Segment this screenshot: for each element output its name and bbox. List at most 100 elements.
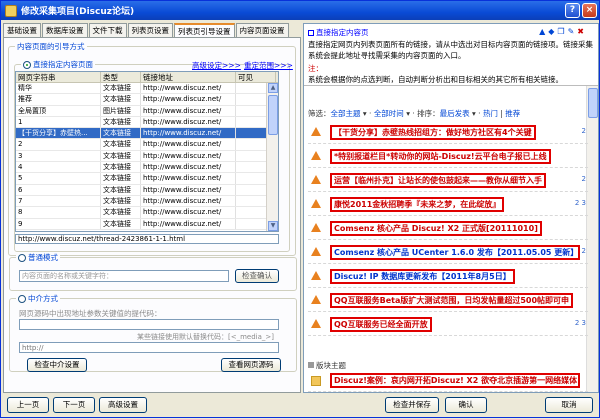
table-cell: 2	[16, 139, 101, 150]
table-cell: 全局置顶	[16, 105, 101, 116]
selected-url-field[interactable]: http://www.discuz.net/thread-2423861-1-1…	[15, 234, 279, 244]
thread-title[interactable]: QQ互联服务已经全面开放	[330, 317, 432, 332]
col-header-visible[interactable]: 可见	[236, 72, 276, 82]
tab-basic[interactable]: 基础设置	[3, 23, 41, 37]
scroll-down-arrow[interactable]: ▼	[268, 221, 278, 231]
col-header-text[interactable]: 网页字符串	[16, 72, 101, 82]
thread-title[interactable]: Discuz!案例：哀内网开拓Discuz! X2 欲夺北京插游第一网络媒体	[330, 373, 580, 388]
table-row[interactable]: 【干货分享】赤壁热... 文本链接 http://www.discuz.net/	[16, 128, 278, 140]
tab-database[interactable]: 数据库设置	[42, 23, 88, 37]
filter-all-topics[interactable]: 全部主题	[331, 109, 361, 118]
thread-pages[interactable]: 2 3	[575, 199, 586, 207]
thread-title[interactable]: 运营【临州扑克】让站长的使包鼓起来——教你从细节入手	[330, 173, 546, 188]
prev-page-button[interactable]: 上一页	[7, 397, 49, 413]
check-save-button[interactable]: 检查并保存	[385, 397, 439, 413]
intermediate-mode-option[interactable]: 中介方式	[16, 293, 60, 304]
scroll-thumb[interactable]	[268, 95, 278, 135]
thread-title[interactable]: *特别报道栏目*转动你的网站-Discuz!云平台电子报已上线	[330, 149, 551, 164]
next-page-button[interactable]: 下一页	[53, 397, 95, 413]
help-box: 直接指定内容页 直接指定网页内列表页面所有的链接，请从中选出对目标内容页面的链接…	[304, 24, 598, 86]
thread-title[interactable]: 【干货分享】赤壁热线招组方：做好地方社区有4个关键	[330, 125, 536, 140]
tab-download[interactable]: 文件下载	[88, 23, 127, 37]
thread-title[interactable]: Comsenz 核心产品 Discuz! X2 正式版[20111010]	[330, 221, 542, 236]
intermediate-url-input[interactable]: http://	[19, 342, 279, 353]
tab-content-page[interactable]: 内容页面设置	[235, 23, 289, 37]
keyword-input[interactable]: 内容页面的名称或关键字符：	[19, 270, 229, 282]
main-window: 修改采集项目(Discuz论坛) ? × 基础设置 数据库设置 文件下载 列表页…	[0, 0, 600, 418]
filter-all-time[interactable]: 全部时间	[374, 109, 404, 118]
edit-icon[interactable]: ✎	[568, 26, 575, 37]
thread-item[interactable]: Discuz! IP 数据库更新发布【2011年8月5日】	[308, 266, 588, 288]
normal-mode-option[interactable]: 普通模式	[16, 252, 60, 263]
thread-item[interactable]: QQ互联服务Beta版扩大测试范围，日均发帖量超过500帖即可申	[308, 290, 588, 312]
check-confirm-button[interactable]: 检查确认	[235, 269, 279, 283]
pinned-arrow-icon	[311, 127, 321, 136]
sort-recommend[interactable]: 推荐	[505, 109, 520, 118]
table-row[interactable]: 精华 文本链接 http://www.discuz.net/	[16, 83, 278, 95]
table-cell: http://www.discuz.net/	[141, 218, 236, 229]
title-bar[interactable]: 修改采集项目(Discuz论坛) ? ×	[1, 1, 599, 20]
table-row[interactable]: 推荐 文本链接 http://www.discuz.net/	[16, 94, 278, 106]
intermediate-mode-radio[interactable]	[18, 295, 26, 303]
sort-latest[interactable]: 最后发表	[440, 109, 470, 118]
pinned-arrow-icon	[311, 247, 321, 256]
col-header-type[interactable]: 类型	[101, 72, 141, 82]
table-scrollbar[interactable]: ▲ ▼	[266, 83, 278, 231]
normal-mode-radio[interactable]	[18, 254, 26, 262]
table-row[interactable]: 3 文本链接 http://www.discuz.net/	[16, 150, 278, 163]
up-icon[interactable]: ▲	[539, 26, 545, 37]
range-link[interactable]: 重定范围>>>	[244, 60, 293, 71]
thread-pages[interactable]: 2	[582, 127, 586, 135]
table-row[interactable]: 9 文本链接 http://www.discuz.net/	[16, 218, 278, 230]
advanced-settings-button[interactable]: 高级设置	[99, 397, 147, 413]
thread-title[interactable]: Comsenz 核心产品 UCenter 1.6.0 发布【2011.05.05…	[330, 245, 580, 260]
thread-item[interactable]: 【干货分享】赤壁热线招组方：做好地方社区有4个关键 2	[308, 122, 588, 144]
table-row[interactable]: 1 文本链接 http://www.discuz.net/	[16, 116, 278, 129]
check-intermediate-button[interactable]: 检查中介设置	[27, 358, 87, 372]
intermediate-note: 某些链接使用默认替换代码：[<_media_>]	[137, 333, 274, 341]
table-row[interactable]: 5 文本链接 http://www.discuz.net/	[16, 173, 278, 185]
table-row[interactable]: 7 文本链接 http://www.discuz.net/	[16, 195, 278, 208]
thread-title[interactable]: 康悦2011金秋招聘季『未来之梦，在此绽放』	[330, 197, 505, 212]
close-window-button[interactable]: ×	[582, 3, 597, 18]
direct-mode-option[interactable]: 直接指定内容页面	[21, 59, 95, 70]
cancel-button[interactable]: 取消	[545, 397, 593, 413]
thread-item[interactable]: 康悦2011金秋招聘季『未来之梦，在此绽放』 2 3	[308, 194, 588, 216]
col-header-url[interactable]: 链接地址	[141, 72, 236, 82]
forward-icon[interactable]: ◆	[548, 26, 554, 37]
thread-item[interactable]: 运营【临州扑克】让站长的使包鼓起来——教你从细节入手 2	[308, 170, 588, 192]
thread-title[interactable]: Discuz! IP 数据库更新发布【2011年8月5日】	[330, 269, 515, 284]
table-row[interactable]: 全局置顶 图片链接 http://www.discuz.net/	[16, 105, 278, 117]
thread-item[interactable]: Comsenz 核心产品 Discuz! X2 正式版[20111010]	[308, 218, 588, 240]
table-row[interactable]: 6 文本链接 http://www.discuz.net/	[16, 184, 278, 196]
thread-pages[interactable]: 2 3	[575, 319, 586, 327]
thread-item[interactable]: QQ互联服务已经全面开放 2 3	[308, 314, 588, 336]
tab-list-guide[interactable]: 列表页引导设置	[174, 23, 235, 38]
sort-hot[interactable]: 热门	[483, 109, 498, 118]
advanced-link[interactable]: 高级设定>>>	[192, 60, 241, 71]
table-cell: 推荐	[16, 94, 101, 105]
table-cell: 3	[16, 150, 101, 162]
thread-title[interactable]: QQ互联服务Beta版扩大测试范围，日均发帖量超过500帖即可申	[330, 293, 574, 308]
confirm-button[interactable]: 确认	[445, 397, 487, 413]
table-row[interactable]: 8 文本链接 http://www.discuz.net/	[16, 207, 278, 219]
table-cell: 6	[16, 184, 101, 195]
view-source-button[interactable]: 查看网页源码	[221, 358, 281, 372]
table-row[interactable]: 2 文本链接 http://www.discuz.net/	[16, 139, 278, 151]
thread-pages[interactable]: 2	[582, 247, 586, 255]
help-window-button[interactable]: ?	[565, 3, 580, 18]
table-cell: 文本链接	[101, 195, 141, 207]
thread-item[interactable]: *特别报道栏目*转动你的网站-Discuz!云平台电子报已上线	[308, 146, 588, 168]
thread-item[interactable]: Comsenz 核心产品 UCenter 1.6.0 发布【2011.05.05…	[308, 242, 588, 264]
intermediate-code-input[interactable]	[19, 319, 279, 330]
thread-item[interactable]: Discuz!案例：哀内网开拓Discuz! X2 欲夺北京插游第一网络媒体	[308, 370, 588, 392]
table-cell: http://www.discuz.net/	[141, 150, 236, 162]
scroll-up-arrow[interactable]: ▲	[268, 83, 278, 93]
links-table[interactable]: 网页字符串 类型 链接地址 可见 精华 文本链接 http://www.discuz…	[15, 71, 279, 232]
copy-icon[interactable]: ❐	[557, 26, 564, 37]
table-row[interactable]: 4 文本链接 http://www.discuz.net/	[16, 162, 278, 174]
close-icon[interactable]: ✖	[577, 26, 584, 37]
direct-mode-radio[interactable]	[23, 61, 31, 69]
tab-list-page[interactable]: 列表页设置	[127, 23, 173, 37]
thread-pages[interactable]: 2	[582, 175, 586, 183]
